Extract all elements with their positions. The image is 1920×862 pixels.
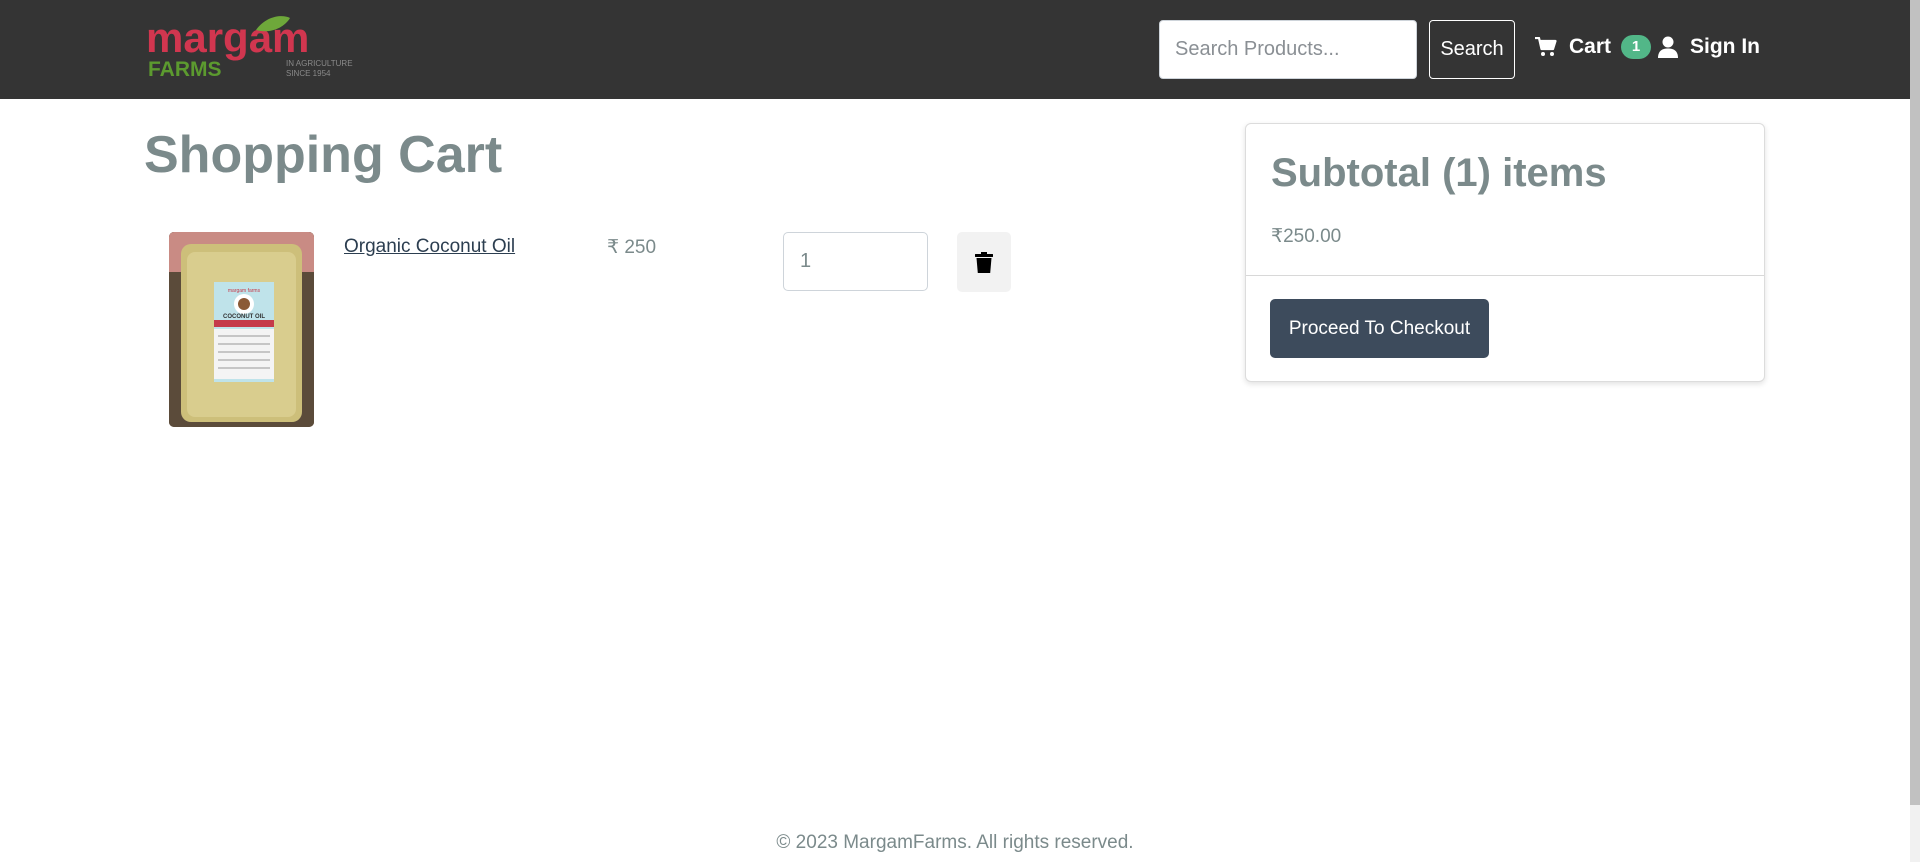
search-button[interactable]: Search bbox=[1429, 20, 1515, 79]
proceed-to-checkout-button[interactable]: Proceed To Checkout bbox=[1270, 299, 1489, 358]
cart-count-badge: 1 bbox=[1621, 35, 1652, 59]
svg-text:margam farms: margam farms bbox=[228, 288, 261, 294]
subtotal-heading: Subtotal (1) items bbox=[1271, 151, 1607, 195]
scrollbar-thumb[interactable] bbox=[1910, 0, 1920, 805]
search-input[interactable] bbox=[1159, 20, 1417, 79]
cart-label: Cart bbox=[1569, 35, 1612, 58]
product-image[interactable]: margam farms COCONUT OIL bbox=[169, 232, 314, 427]
page-title: Shopping Cart bbox=[144, 126, 503, 184]
product-price: ₹ 250 bbox=[607, 237, 657, 258]
delete-item-button[interactable] bbox=[957, 232, 1011, 292]
cart-icon bbox=[1535, 37, 1557, 56]
order-summary-card: Subtotal (1) items ₹250.00 Proceed To Ch… bbox=[1245, 123, 1765, 382]
quantity-input[interactable] bbox=[783, 232, 928, 291]
cart-link[interactable]: Cart 1 bbox=[1535, 30, 1652, 64]
user-icon bbox=[1658, 36, 1678, 58]
coconut-oil-pouch-image: margam farms COCONUT OIL bbox=[169, 232, 314, 427]
navbar: margam FARMS IN AGRICULTURE SINCE 1954 S… bbox=[0, 0, 1910, 99]
product-name-link[interactable]: Organic Coconut Oil bbox=[344, 236, 515, 258]
sign-in-link[interactable]: Sign In bbox=[1658, 30, 1760, 64]
svg-text:IN AGRICULTURE: IN AGRICULTURE bbox=[286, 59, 353, 68]
subtotal-amount: ₹250.00 bbox=[1271, 226, 1342, 247]
footer-copyright: © 2023 MargamFarms. All rights reserved. bbox=[776, 832, 1134, 853]
svg-text:SINCE 1954: SINCE 1954 bbox=[286, 69, 331, 78]
svg-text:COCONUT OIL: COCONUT OIL bbox=[223, 314, 265, 320]
trash-icon bbox=[975, 251, 993, 273]
margam-farms-logo[interactable]: margam FARMS IN AGRICULTURE SINCE 1954 bbox=[146, 16, 366, 82]
summary-divider bbox=[1246, 275, 1764, 276]
svg-text:FARMS: FARMS bbox=[148, 58, 222, 81]
sign-in-label: Sign In bbox=[1690, 35, 1760, 58]
